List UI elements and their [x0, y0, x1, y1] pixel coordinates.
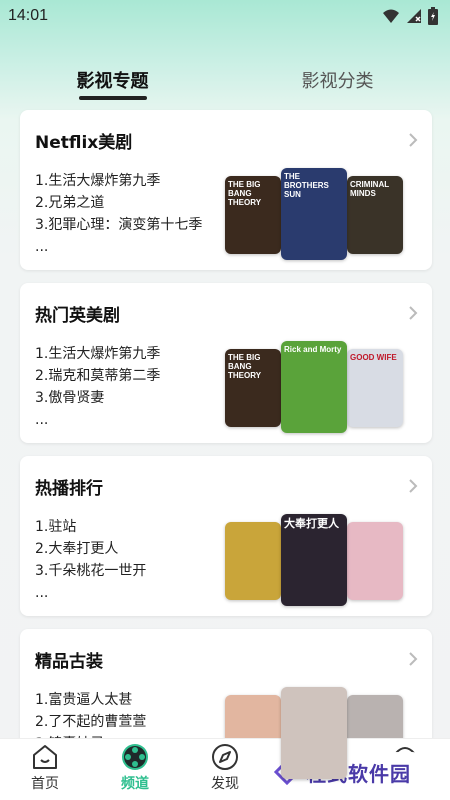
nav-home[interactable]: 首页 [0, 739, 90, 800]
wifi-icon [383, 9, 399, 23]
battery-icon [428, 7, 438, 25]
poster-image [281, 687, 347, 779]
poster-image: GOOD WIFE [347, 349, 403, 427]
chevron-right-icon [409, 652, 418, 666]
card-item-list: 1.生活大爆炸第九季 2.兄弟之道 3.犯罪心理：演变第十七季 ... [35, 170, 202, 258]
nav-discover-label: 发现 [211, 776, 239, 792]
poster-image: THE BROTHERS SUN [281, 168, 347, 260]
topic-card-list: Netflix美剧 1.生活大爆炸第九季 2.兄弟之道 3.犯罪心理：演变第十七… [20, 110, 432, 800]
signal-icon [407, 9, 421, 23]
poster-stack: 大奉打更人 [225, 514, 405, 606]
status-time: 14:01 [8, 7, 49, 24]
tab-categories-label: 影视分类 [301, 71, 374, 92]
list-item: 1.富贵逼人太甚 [35, 692, 133, 708]
top-tabs: 影视专题 影视分类 [0, 62, 450, 102]
poster-image: CRIMINAL MINDS [347, 176, 403, 254]
poster-image [347, 522, 403, 600]
poster-image [225, 522, 281, 600]
list-item: 3.傲骨贤妻 [35, 390, 105, 406]
tab-topics-label: 影视专题 [76, 71, 149, 92]
list-item: 1.生活大爆炸第九季 [35, 173, 161, 189]
chevron-right-icon [409, 479, 418, 493]
tab-topics[interactable]: 影视专题 [0, 62, 225, 102]
nav-discover[interactable]: 发现 [180, 739, 270, 800]
list-item: ... [35, 412, 49, 428]
chevron-right-icon [409, 306, 418, 320]
poster-stack: THE BIG BANG THEORY THE BROTHERS SUN CRI… [225, 168, 405, 260]
list-item: 2.瑞克和莫蒂第二季 [35, 368, 161, 384]
list-item: 2.大奉打更人 [35, 541, 119, 557]
list-item: 3.犯罪心理：演变第十七季 [35, 217, 203, 233]
list-item: 1.驻站 [35, 519, 77, 535]
poster-stack: THE BIG BANG THEORY Rick and Morty GOOD … [225, 341, 405, 433]
poster-image: THE BIG BANG THEORY [225, 176, 281, 254]
topic-card-us-uk-series[interactable]: 热门英美剧 1.生活大爆炸第九季 2.瑞克和莫蒂第二季 3.傲骨贤妻 ... T… [20, 283, 432, 443]
nav-channel[interactable]: 频道 [90, 739, 180, 800]
list-item: ... [35, 585, 49, 601]
nav-channel-label: 频道 [121, 776, 149, 792]
topic-card-netflix[interactable]: Netflix美剧 1.生活大爆炸第九季 2.兄弟之道 3.犯罪心理：演变第十七… [20, 110, 432, 270]
poster-image: 大奉打更人 [281, 514, 347, 606]
film-reel-icon [122, 744, 148, 770]
status-icons [382, 7, 438, 25]
nav-home-label: 首页 [31, 776, 59, 792]
home-icon [33, 745, 57, 769]
compass-icon [212, 744, 238, 770]
poster-image: Rick and Morty [281, 341, 347, 433]
poster-image: THE BIG BANG THEORY [225, 349, 281, 427]
status-bar: 14:01 [0, 0, 450, 32]
list-item: 3.千朵桃花一世开 [35, 563, 147, 579]
card-title: 热门英美剧 [35, 306, 120, 326]
list-item: 2.兄弟之道 [35, 195, 105, 211]
card-title: Netflix美剧 [35, 133, 133, 153]
list-item: 1.生活大爆炸第九季 [35, 346, 161, 362]
card-item-list: 1.驻站 2.大奉打更人 3.千朵桃花一世开 ... [35, 516, 146, 604]
chevron-right-icon [409, 133, 418, 147]
list-item: 2.了不起的曹萱萱 [35, 714, 147, 730]
card-title: 热播排行 [35, 479, 103, 499]
card-title: 精品古装 [35, 652, 103, 672]
active-tab-indicator [78, 96, 147, 100]
tab-categories[interactable]: 影视分类 [225, 62, 450, 102]
card-item-list: 1.生活大爆炸第九季 2.瑞克和莫蒂第二季 3.傲骨贤妻 ... [35, 343, 160, 431]
topic-card-hot-ranking[interactable]: 热播排行 1.驻站 2.大奉打更人 3.千朵桃花一世开 ... 大奉打更人 [20, 456, 432, 616]
list-item: ... [35, 239, 49, 255]
